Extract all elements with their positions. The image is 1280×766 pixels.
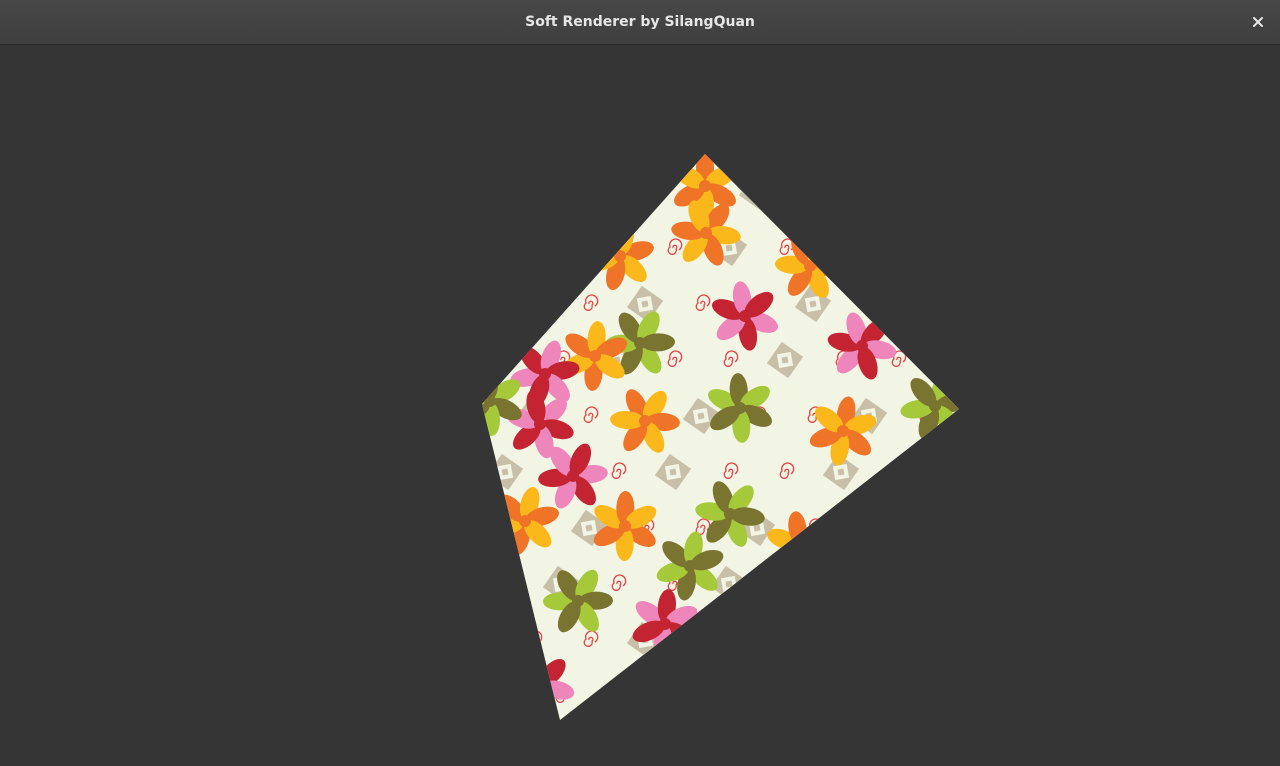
close-button[interactable]	[1244, 8, 1272, 36]
spiral-motif	[891, 686, 907, 703]
spiral-motif	[835, 574, 851, 591]
diamond-motif	[794, 621, 832, 659]
spiral-motif	[863, 518, 879, 535]
spiral-motif	[1004, 687, 1017, 702]
spiral-motif	[780, 127, 793, 142]
diamond-motif	[766, 677, 804, 715]
spiral-motif	[863, 630, 879, 647]
spiral-motif	[807, 182, 823, 199]
diamond-motif	[851, 734, 887, 766]
spiral-motif	[499, 686, 515, 703]
diamond-motif	[963, 622, 999, 658]
spiral-motif	[640, 743, 653, 758]
spiral-motif	[499, 238, 515, 255]
diamond-motif	[482, 285, 496, 323]
diamond-motif	[822, 154, 860, 155]
title-bar: Soft Renderer by SilangQuan	[0, 0, 1280, 45]
spiral-motif	[482, 182, 487, 199]
spiral-motif	[976, 407, 989, 422]
spiral-motif	[499, 574, 515, 591]
spiral-motif	[947, 574, 959, 591]
spiral-motif	[947, 462, 959, 479]
diamond-motif	[906, 509, 944, 547]
diamond-motif	[991, 118, 1027, 154]
spiral-motif	[976, 519, 989, 534]
render-canvas	[472, 118, 1027, 766]
spiral-motif	[482, 518, 487, 535]
spiral-motif	[527, 182, 543, 199]
spiral-motif	[751, 630, 767, 647]
diamond-motif	[878, 565, 916, 603]
spiral-motif	[948, 127, 961, 142]
diamond-motif	[515, 734, 551, 766]
close-icon	[1253, 17, 1263, 27]
app-window: Soft Renderer by SilangQuan	[0, 0, 1280, 766]
spiral-motif	[639, 182, 655, 199]
spiral-motif	[919, 294, 935, 311]
spiral-motif	[976, 743, 989, 758]
spiral-motif	[695, 630, 711, 647]
diamond-motif	[683, 734, 719, 766]
spiral-motif	[527, 294, 543, 311]
spiral-motif	[892, 127, 905, 142]
diamond-motif	[654, 154, 692, 155]
diamond-motif	[906, 173, 944, 211]
diamond-motif	[963, 286, 999, 322]
diamond-motif	[934, 677, 959, 715]
spiral-motif	[723, 686, 739, 703]
spiral-motif	[499, 350, 515, 367]
spiral-motif	[612, 127, 625, 142]
diamond-motif	[991, 454, 1027, 490]
spiral-motif	[835, 238, 851, 255]
render-viewport[interactable]	[0, 46, 1280, 766]
spiral-motif	[1004, 575, 1017, 590]
spiral-motif	[779, 574, 795, 591]
spiral-motif	[863, 182, 879, 199]
diamond-motif	[934, 341, 959, 379]
diamond-motif	[878, 229, 916, 267]
spiral-motif	[835, 686, 851, 703]
spiral-motif	[947, 238, 959, 255]
diamond-motif	[486, 154, 524, 155]
spiral-motif	[556, 127, 569, 142]
textured-quad	[472, 118, 1027, 766]
spiral-motif	[863, 294, 879, 311]
spiral-motif	[919, 630, 935, 647]
spiral-motif	[976, 183, 989, 198]
diamond-motif	[570, 173, 608, 211]
spiral-motif	[472, 743, 485, 758]
spiral-motif	[1004, 351, 1017, 366]
diamond-motif	[542, 229, 580, 267]
window-title: Soft Renderer by SilangQuan	[525, 14, 755, 30]
spiral-motif	[527, 630, 543, 647]
spiral-motif	[920, 743, 933, 758]
spiral-motif	[752, 743, 765, 758]
diamond-motif	[482, 621, 496, 659]
spiral-motif	[1004, 239, 1017, 254]
spiral-motif	[584, 743, 597, 758]
spiral-motif	[667, 686, 683, 703]
spiral-motif	[724, 127, 737, 142]
spiral-motif	[808, 743, 821, 758]
spiral-motif	[891, 462, 907, 479]
spiral-motif	[807, 518, 823, 535]
